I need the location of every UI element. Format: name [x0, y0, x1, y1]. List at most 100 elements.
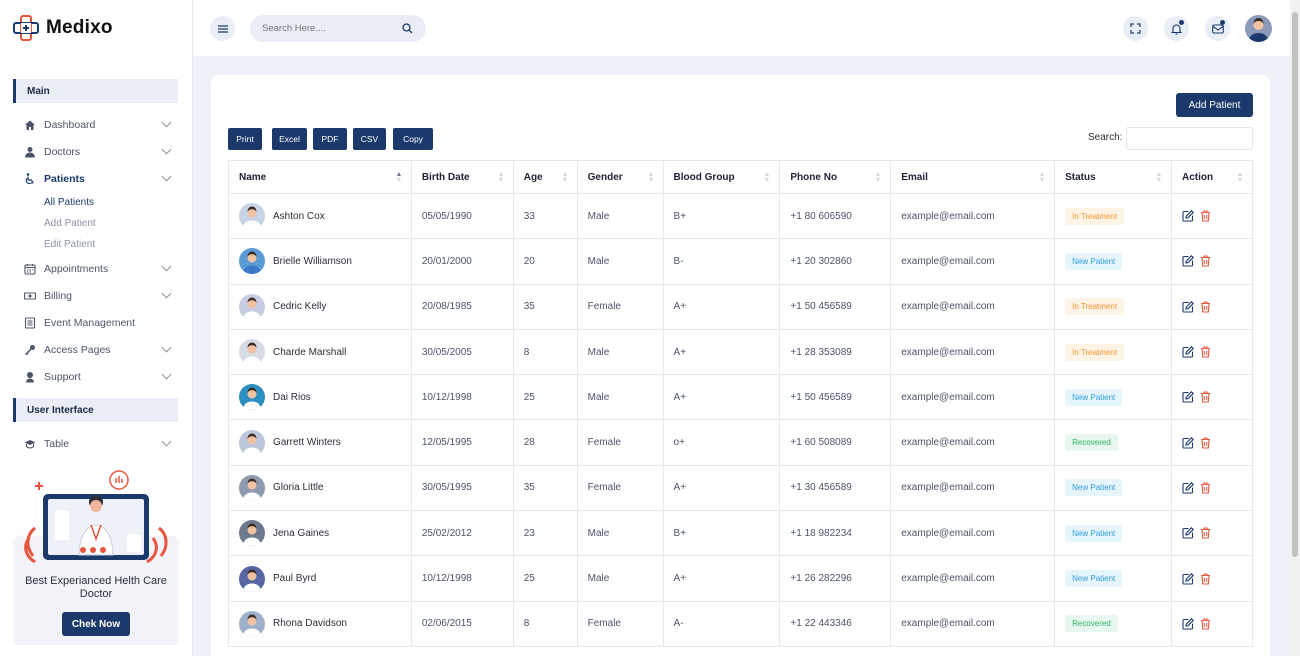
sidebar-item-doctors[interactable]: Doctors — [0, 138, 192, 165]
sidebar-item-event-management[interactable]: Event Management — [0, 309, 192, 336]
patient-name[interactable]: Brielle Williamson — [273, 256, 352, 267]
cell-age: 25 — [512, 555, 578, 602]
pdf-button[interactable]: PDF — [313, 128, 347, 150]
column-header-email[interactable]: Email — [890, 160, 1056, 194]
table-row[interactable]: Rhona Davidson 02/06/2015 8 Female A- +1 22 4… — [228, 600, 1253, 647]
scrollbar-thumb[interactable] — [1292, 12, 1298, 557]
sidebar-item-label: Support — [44, 370, 81, 383]
table-row[interactable]: Dai Rios 10/12/1998 25 Male A+ +1 50 456589 ex… — [228, 374, 1253, 421]
edit-icon[interactable] — [1182, 346, 1194, 358]
column-header-status[interactable]: Status — [1054, 160, 1173, 194]
status-badge: New Patient — [1065, 570, 1123, 588]
cell-name: Ashton Cox — [228, 192, 412, 240]
submenu-add-patient[interactable]: Add Patient — [0, 213, 192, 234]
header-search-input[interactable] — [262, 23, 392, 34]
column-header-blood-group[interactable]: Blood Group — [662, 160, 781, 194]
csv-button[interactable]: CSV — [353, 128, 386, 150]
edit-icon[interactable] — [1182, 255, 1194, 267]
sidebar-item-billing[interactable]: Billing — [0, 282, 192, 309]
column-header-age[interactable]: Age — [512, 160, 578, 194]
sidebar-item-access-pages[interactable]: Access Pages — [0, 336, 192, 363]
table-row[interactable]: Brielle Williamson 20/01/2000 20 Male B- +1 2… — [228, 238, 1253, 285]
patient-name[interactable]: Jena Gaines — [273, 528, 329, 539]
row-actions — [1182, 617, 1252, 630]
patient-avatar — [239, 520, 265, 547]
delete-icon[interactable] — [1200, 482, 1211, 494]
logo[interactable]: Medixo — [0, 0, 192, 56]
edit-icon[interactable] — [1182, 527, 1194, 539]
row-actions — [1182, 300, 1252, 313]
column-label: Birth Date — [421, 171, 470, 183]
sidebar-item-appointments[interactable]: Appointments — [0, 255, 192, 282]
table-row[interactable]: Cedric Kelly 20/08/1985 35 Female A+ +1 50 45… — [228, 283, 1253, 330]
patient-name-wrap: Jena Gaines — [239, 520, 411, 547]
sidebar-item-table[interactable]: Table — [0, 430, 192, 457]
patient-name[interactable]: Cedric Kelly — [273, 301, 326, 312]
column-header-gender[interactable]: Gender — [576, 160, 664, 194]
delete-icon[interactable] — [1200, 255, 1211, 267]
copy-button[interactable]: Copy — [393, 128, 433, 150]
sidebar-item-patients[interactable]: Patients — [0, 165, 192, 192]
table-row[interactable]: Charde Marshall 30/05/2005 8 Male A+ +1 28 35… — [228, 328, 1253, 376]
delete-icon[interactable] — [1200, 437, 1211, 449]
edit-icon[interactable] — [1182, 436, 1194, 449]
delete-icon[interactable] — [1200, 391, 1211, 403]
column-header-action[interactable]: Action — [1171, 160, 1253, 194]
table-search-input[interactable] — [1126, 127, 1253, 150]
cell-blood-group: B- — [662, 238, 781, 285]
cell-name: Charde Marshall — [228, 328, 412, 376]
edit-icon[interactable] — [1182, 572, 1194, 585]
edit-icon[interactable] — [1182, 391, 1194, 403]
patient-name-wrap: Ashton Cox — [239, 203, 411, 230]
search-icon[interactable] — [402, 23, 413, 34]
print-button[interactable]: Print — [228, 128, 262, 150]
delete-icon[interactable] — [1200, 572, 1211, 585]
row-actions — [1182, 436, 1252, 449]
sort-icon — [498, 172, 504, 183]
cell-phone: +1 30 456589 — [779, 464, 892, 512]
patient-name[interactable]: Gloria Little — [273, 482, 324, 493]
submenu-all-patients[interactable]: All Patients — [0, 192, 192, 213]
menu-toggle-button[interactable] — [210, 16, 235, 41]
column-header-phone[interactable]: Phone No — [779, 160, 892, 194]
patient-name[interactable]: Charde Marshall — [273, 347, 346, 358]
page-scrollbar[interactable] — [1290, 0, 1300, 656]
check-now-button[interactable]: Chek Now — [62, 612, 130, 636]
delete-icon[interactable] — [1200, 301, 1211, 313]
patient-name[interactable]: Dai Rios — [273, 392, 311, 403]
sidebar-item-dashboard[interactable]: Dashboard — [0, 111, 192, 138]
sidebar-item-support[interactable]: Support — [0, 363, 192, 390]
column-header-name[interactable]: Name — [228, 160, 412, 194]
excel-button[interactable]: Excel — [272, 128, 307, 150]
edit-icon[interactable] — [1182, 481, 1194, 494]
fullscreen-button[interactable] — [1123, 16, 1148, 41]
column-header-birth-date[interactable]: Birth Date — [410, 160, 514, 194]
table-row[interactable]: Paul Byrd 10/12/1998 25 Male A+ +1 26 282296 e… — [228, 555, 1253, 602]
delete-icon[interactable] — [1200, 346, 1211, 358]
edit-icon[interactable] — [1182, 617, 1194, 630]
patient-name[interactable]: Rhona Davidson — [273, 618, 347, 629]
delete-icon[interactable] — [1200, 210, 1211, 222]
graduation-icon — [24, 438, 36, 450]
messages-button[interactable] — [1205, 16, 1230, 41]
table-row[interactable]: Garrett Winters 12/05/1995 28 Female o+ +1 60… — [228, 419, 1253, 466]
add-patient-button[interactable]: Add Patient — [1176, 93, 1253, 117]
submenu-edit-patient[interactable]: Edit Patient — [0, 234, 192, 255]
delete-icon[interactable] — [1200, 527, 1211, 539]
table-row[interactable]: Gloria Little 30/05/1995 35 Female A+ +1 30 4… — [228, 464, 1253, 512]
edit-icon[interactable] — [1182, 210, 1194, 222]
patient-name[interactable]: Garrett Winters — [273, 437, 341, 448]
patient-name[interactable]: Ashton Cox — [273, 211, 325, 222]
cell-gender: Female — [576, 464, 664, 512]
table-row[interactable]: Ashton Cox 05/05/1990 33 Male B+ +1 80 606590… — [228, 192, 1253, 240]
patient-name[interactable]: Paul Byrd — [273, 573, 316, 584]
table-row[interactable]: Jena Gaines 25/02/2012 23 Male B+ +1 18 98223… — [228, 510, 1253, 557]
user-avatar[interactable] — [1245, 15, 1272, 42]
notifications-button[interactable] — [1164, 16, 1189, 41]
row-actions — [1182, 210, 1252, 222]
cell-action — [1171, 238, 1253, 285]
cell-email: example@email.com — [890, 283, 1056, 330]
table-search-label: Search: — [1088, 132, 1123, 143]
delete-icon[interactable] — [1200, 618, 1211, 630]
edit-icon[interactable] — [1182, 300, 1194, 313]
